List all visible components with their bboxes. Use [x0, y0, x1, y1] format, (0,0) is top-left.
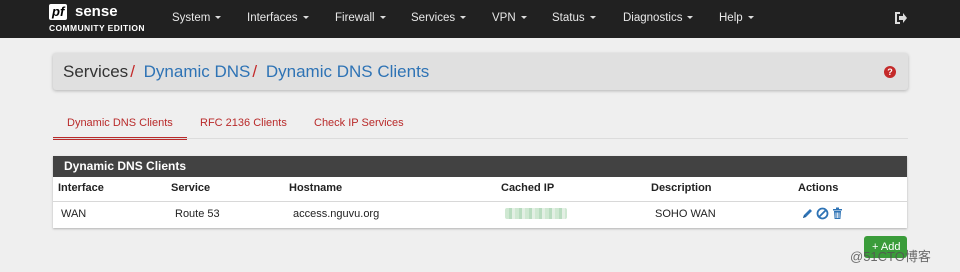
caret-down-icon — [747, 16, 754, 20]
breadcrumb-separator: / — [130, 62, 135, 81]
panel-title: Dynamic DNS Clients — [53, 156, 907, 177]
nav-system-label: System — [172, 12, 211, 24]
breadcrumb: Services / Dynamic DNS / Dynamic DNS Clien… — [63, 62, 429, 82]
disable-icon[interactable] — [816, 207, 829, 220]
pfsense-logo[interactable]: pf sense COMMUNITY EDITION — [49, 3, 159, 34]
breadcrumb-dynamic-dns[interactable]: Dynamic DNS — [144, 62, 251, 81]
caret-down-icon — [302, 16, 309, 20]
breadcrumb-separator: / — [252, 62, 258, 81]
nav-firewall[interactable]: Firewall — [335, 0, 386, 38]
tab-dynamic-dns-clients[interactable]: Dynamic DNS Clients — [53, 110, 187, 140]
nav-vpn[interactable]: VPN — [492, 0, 527, 38]
nav-help-label: Help — [719, 12, 743, 24]
watermark-text: @51CTO博客 — [850, 249, 931, 264]
caret-down-icon — [687, 16, 694, 20]
breadcrumb-root: Services — [63, 62, 129, 81]
caret-down-icon — [520, 16, 527, 20]
top-navbar: pf sense COMMUNITY EDITION System Interf… — [0, 0, 960, 38]
cell-description: SOHO WAN — [655, 208, 716, 220]
cell-cached-ip-redacted — [505, 208, 567, 219]
logo-edition-text: COMMUNITY EDITION — [49, 23, 145, 33]
edit-icon[interactable] — [801, 207, 814, 220]
delete-icon[interactable] — [831, 207, 844, 220]
breadcrumb-dynamic-dns-clients[interactable]: Dynamic DNS Clients — [266, 62, 429, 81]
help-icon[interactable]: ? — [884, 66, 896, 78]
column-header-actions: Actions — [798, 182, 839, 194]
nav-diagnostics[interactable]: Diagnostics — [623, 0, 694, 38]
tab-rfc2136-clients[interactable]: RFC 2136 Clients — [200, 110, 287, 140]
nav-firewall-label: Firewall — [335, 12, 375, 24]
caret-down-icon — [215, 16, 222, 20]
nav-system[interactable]: System — [172, 0, 222, 38]
caret-down-icon — [379, 16, 386, 20]
nav-status[interactable]: Status — [552, 0, 596, 38]
nav-interfaces[interactable]: Interfaces — [247, 0, 309, 38]
cell-interface: WAN — [61, 208, 87, 220]
column-header-service: Service — [171, 182, 211, 194]
column-header-description: Description — [651, 182, 712, 194]
cell-service: Route 53 — [175, 208, 220, 220]
column-header-interface: Interface — [58, 182, 104, 194]
nav-vpn-label: VPN — [492, 12, 516, 24]
caret-down-icon — [460, 16, 467, 20]
nav-services-label: Services — [411, 12, 456, 24]
nav-help[interactable]: Help — [719, 0, 754, 38]
nav-interfaces-label: Interfaces — [247, 12, 298, 24]
logo-pf-text: pf — [49, 4, 68, 20]
column-header-cached-ip: Cached IP — [501, 182, 555, 194]
caret-down-icon — [589, 16, 596, 20]
breadcrumb-panel: Services / Dynamic DNS / Dynamic DNS Clien… — [53, 53, 908, 90]
column-header-hostname: Hostname — [289, 182, 343, 194]
tabs-divider — [53, 138, 908, 139]
nav-status-label: Status — [552, 12, 585, 24]
logo-sense-text: sense — [75, 3, 118, 20]
tab-check-ip-services[interactable]: Check IP Services — [314, 110, 404, 140]
dynamic-dns-clients-panel: Dynamic DNS Clients Interface Service Ho… — [53, 156, 907, 228]
header-row-divider — [53, 201, 907, 202]
cell-hostname: access.nguvu.org — [293, 208, 380, 220]
logout-icon[interactable] — [893, 11, 907, 25]
nav-services[interactable]: Services — [411, 0, 467, 38]
nav-diagnostics-label: Diagnostics — [623, 12, 683, 24]
